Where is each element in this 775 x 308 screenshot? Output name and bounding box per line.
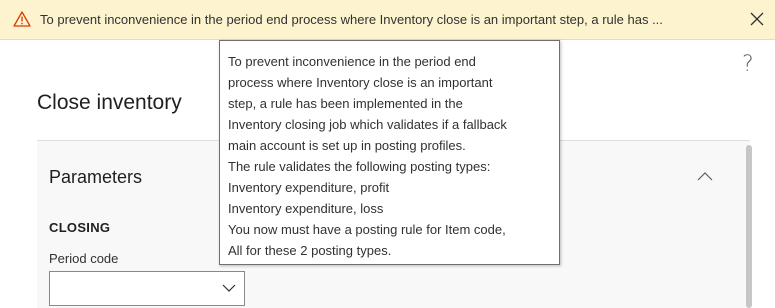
chevron-up-icon[interactable] xyxy=(697,171,713,181)
tooltip-line: step, a rule has been implemented in the xyxy=(228,96,463,111)
tooltip-line: Inventory expenditure, loss xyxy=(228,201,384,216)
help-icon[interactable]: ? xyxy=(742,53,754,77)
tooltip-line: Inventory closing job which validates if… xyxy=(228,117,507,132)
warning-banner: To prevent inconvenience in the period e… xyxy=(0,0,775,40)
period-code-select[interactable] xyxy=(49,271,245,306)
tooltip-line: You now must have a posting rule for Ite… xyxy=(228,222,506,237)
tooltip-line: To prevent inconvenience in the period e… xyxy=(228,54,476,69)
section-heading: CLOSING xyxy=(49,220,111,235)
scrollbar[interactable] xyxy=(746,145,752,308)
tooltip-line: process where Inventory close is an impo… xyxy=(228,75,493,90)
close-icon[interactable] xyxy=(748,10,766,28)
banner-message: To prevent inconvenience in the period e… xyxy=(40,12,663,27)
tooltip-line: main account is set up in posting profil… xyxy=(228,138,466,153)
tooltip-line: All for these 2 posting types. xyxy=(228,243,392,258)
tooltip-line: The rule validates the following posting… xyxy=(228,159,491,174)
panel-title: Parameters xyxy=(49,167,143,187)
tooltip-line: Inventory expenditure, profit xyxy=(228,180,390,195)
page-title: Close inventory xyxy=(37,91,182,114)
warning-icon xyxy=(13,11,31,27)
tooltip: To prevent inconvenience in the period e… xyxy=(219,40,560,265)
period-code-label: Period code xyxy=(49,251,119,266)
chevron-down-icon xyxy=(222,284,236,292)
